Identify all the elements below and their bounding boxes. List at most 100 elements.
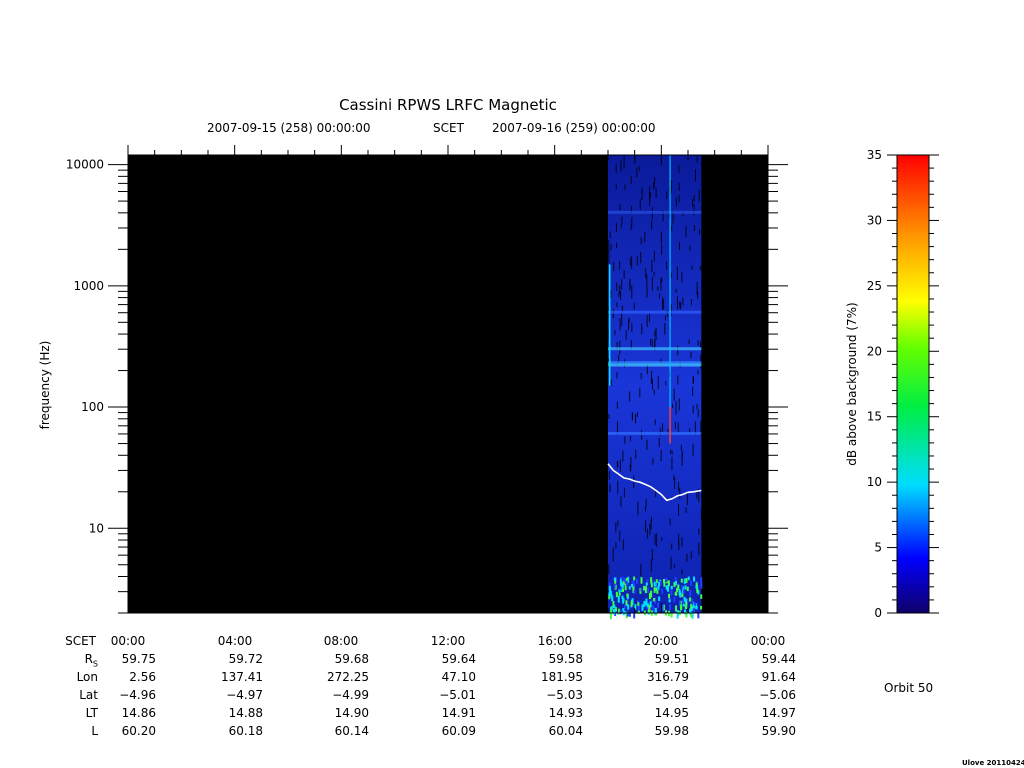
ephemeris-value: −4.97 bbox=[226, 688, 263, 702]
band-texture bbox=[666, 191, 668, 200]
band-texture bbox=[608, 563, 610, 575]
band-texture bbox=[670, 556, 672, 570]
low-freq-noise bbox=[665, 578, 668, 583]
band-texture bbox=[650, 370, 652, 384]
ephemeris-value: 59.51 bbox=[654, 652, 689, 666]
band-texture bbox=[619, 318, 621, 331]
band-texture bbox=[671, 543, 673, 550]
band-texture bbox=[653, 182, 655, 189]
band-texture bbox=[635, 449, 637, 459]
low-freq-noise bbox=[644, 586, 647, 594]
band-texture bbox=[620, 160, 622, 172]
low-freq-noise bbox=[621, 595, 624, 600]
low-freq-noise bbox=[615, 591, 618, 598]
low-freq-noise bbox=[619, 586, 622, 591]
band-texture bbox=[661, 277, 663, 283]
band-texture bbox=[680, 302, 682, 310]
band-texture bbox=[646, 528, 648, 539]
low-freq-noise bbox=[695, 606, 698, 610]
band-texture bbox=[673, 388, 675, 401]
band-texture bbox=[636, 256, 638, 266]
low-freq-noise bbox=[668, 599, 671, 603]
low-freq-noise bbox=[637, 602, 640, 607]
band-texture bbox=[619, 459, 621, 473]
band-texture bbox=[679, 487, 681, 499]
band-texture bbox=[654, 533, 656, 545]
band-texture bbox=[624, 436, 626, 444]
ephemeris-value: 00:00 bbox=[750, 634, 786, 648]
band-texture bbox=[622, 539, 624, 550]
ephemeris-value: −5.06 bbox=[759, 688, 796, 702]
vertical-feature bbox=[669, 155, 671, 444]
band-texture bbox=[621, 312, 623, 327]
colorbar-tick-label: 25 bbox=[867, 279, 882, 293]
low-freq-noise bbox=[675, 591, 678, 596]
band-texture bbox=[685, 507, 687, 513]
band-texture bbox=[677, 375, 679, 385]
low-freq-noise bbox=[620, 582, 623, 586]
band-texture bbox=[629, 435, 631, 442]
low-freq-noise bbox=[676, 587, 679, 592]
band-texture bbox=[655, 327, 657, 340]
band-feature bbox=[608, 347, 702, 351]
band-texture bbox=[664, 315, 666, 321]
low-freq-noise bbox=[658, 596, 661, 601]
low-freq-noise bbox=[680, 578, 683, 583]
band-texture bbox=[646, 273, 648, 286]
low-freq-noise bbox=[655, 587, 658, 591]
band-texture bbox=[624, 184, 626, 191]
colorbar-tick-label: 20 bbox=[867, 344, 882, 358]
band-texture bbox=[615, 522, 617, 533]
band-texture bbox=[651, 277, 653, 291]
band-texture bbox=[653, 389, 655, 395]
band-texture bbox=[675, 198, 677, 207]
colorbar-tick-label: 10 bbox=[867, 475, 882, 489]
low-freq-noise bbox=[682, 603, 685, 607]
band-texture bbox=[625, 330, 627, 340]
band-texture bbox=[678, 195, 680, 203]
ephemeris-value: 47.10 bbox=[441, 670, 476, 684]
low-freq-noise bbox=[610, 606, 613, 610]
ephemeris-value: 59.68 bbox=[334, 652, 369, 666]
band-texture bbox=[610, 243, 612, 251]
band-texture bbox=[628, 318, 630, 323]
low-freq-noise bbox=[696, 588, 699, 593]
low-freq-noise bbox=[641, 604, 644, 611]
ephemeris-value: 59.75 bbox=[121, 652, 156, 666]
low-freq-noise bbox=[608, 585, 611, 591]
band-texture bbox=[617, 520, 619, 527]
band-texture bbox=[645, 499, 647, 508]
band-texture bbox=[678, 398, 680, 411]
low-freq-noise bbox=[687, 576, 690, 581]
low-freq-noise bbox=[617, 595, 620, 603]
band-texture bbox=[670, 180, 672, 193]
band-texture bbox=[641, 187, 643, 201]
low-freq-noise bbox=[675, 580, 678, 586]
band-texture bbox=[669, 518, 671, 525]
band-texture bbox=[623, 487, 625, 498]
band-texture bbox=[619, 260, 621, 270]
band-texture bbox=[692, 386, 694, 396]
ephemeris-row: Lat −4.96 −4.97 −4.99 −5.01 −5.03 −5.04 −5.06 bbox=[0, 688, 800, 703]
low-freq-noise bbox=[630, 600, 633, 608]
ephemeris-label: SCET bbox=[65, 634, 96, 648]
ephemeris-row: RS 59.75 59.72 59.68 59.64 59.58 59.51 59.44 bbox=[0, 652, 800, 668]
band-texture bbox=[697, 370, 699, 375]
band-texture bbox=[641, 323, 643, 335]
band-texture bbox=[685, 229, 687, 238]
band-texture bbox=[622, 450, 624, 462]
band-texture bbox=[640, 563, 642, 576]
low-freq-noise bbox=[657, 602, 660, 608]
band-texture bbox=[661, 536, 663, 542]
band-texture bbox=[662, 297, 664, 310]
ephemeris-value: 14.97 bbox=[761, 706, 796, 720]
low-freq-noise bbox=[625, 600, 628, 606]
band-texture bbox=[615, 542, 617, 549]
low-freq-noise bbox=[700, 594, 703, 599]
band-texture bbox=[692, 405, 694, 414]
colorbar-tick-label: 15 bbox=[867, 410, 882, 424]
band-texture bbox=[675, 400, 677, 415]
band-texture bbox=[646, 285, 648, 298]
ephemeris-label: Lon bbox=[76, 670, 98, 684]
low-freq-noise bbox=[643, 600, 646, 607]
